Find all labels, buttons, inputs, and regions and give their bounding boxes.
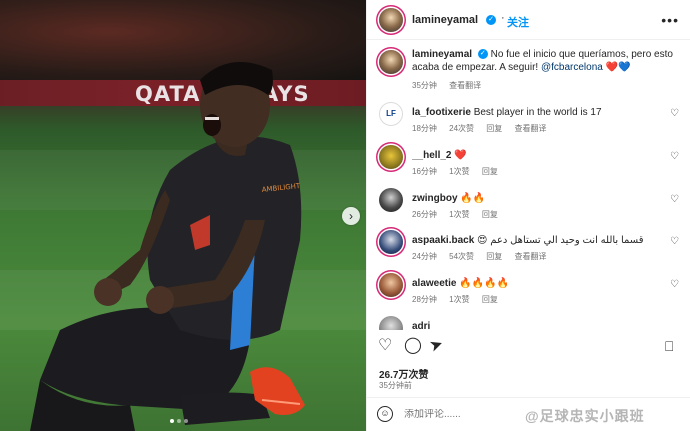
carousel-dot	[184, 419, 188, 423]
share-send-icon[interactable]: ➤	[427, 335, 446, 356]
commenter-avatar[interactable]	[379, 316, 403, 330]
player-figure: AMBILIGHT	[30, 62, 305, 431]
reply-button[interactable]: 回复	[482, 167, 498, 176]
comment-item: LF la_footixerie Best player in the worl…	[379, 102, 679, 142]
carousel-next-button[interactable]: ›	[342, 207, 360, 225]
comment-time: 24分钟	[412, 252, 437, 261]
save-bookmark-icon[interactable]: ⎕	[665, 337, 673, 355]
like-comment-heart-icon[interactable]: ♡	[670, 194, 679, 205]
carousel-dots	[170, 419, 188, 423]
caption-emojis: ❤️💙	[605, 62, 631, 73]
caption-mention[interactable]: @fcbarcelona	[541, 62, 603, 73]
caption-avatar[interactable]	[379, 50, 403, 74]
comment-likes[interactable]: 24次赞	[449, 124, 474, 133]
comment-item: aspaaki.back 😍 قسما بالله انت وحيد الي ت…	[379, 230, 679, 270]
add-comment-bar: ☺ @足球忠实小跟班	[367, 397, 690, 431]
verified-badge-icon: ✓	[486, 15, 496, 25]
follow-button[interactable]: 关注	[507, 14, 529, 30]
commenter-avatar[interactable]	[379, 273, 403, 297]
like-heart-icon[interactable]: ♡	[378, 337, 392, 355]
comment-likes[interactable]: 1次赞	[449, 210, 469, 219]
post-time: 35分钟前	[379, 381, 412, 390]
caption-translate-link[interactable]: 查看翻译	[449, 81, 481, 90]
commenter-avatar[interactable]	[379, 230, 403, 254]
translate-link[interactable]: 查看翻译	[515, 124, 547, 133]
reply-button[interactable]: 回复	[482, 295, 498, 304]
author-username[interactable]: lamineyamal	[412, 14, 478, 26]
like-comment-heart-icon[interactable]: ♡	[670, 108, 679, 119]
commenter-username[interactable]: la_footixerie	[412, 107, 471, 118]
comment-text: __hell_2 ❤️	[412, 149, 667, 162]
comment-time: 26分钟	[412, 210, 437, 219]
post-side-panel: lamineyamal ✓ · 关注 ••• lamineyamal ✓ No …	[366, 0, 690, 431]
comment-bubble-icon[interactable]: ◯	[404, 337, 422, 355]
reply-button[interactable]: 回复	[482, 210, 498, 219]
comment-likes[interactable]: 54次赞	[449, 252, 474, 261]
commenter-avatar[interactable]	[379, 188, 403, 212]
comment-item: zwingboy 🔥🔥 26分钟 1次赞 回复 ♡	[379, 188, 679, 228]
comment-item: alaweetie 🔥🔥🔥🔥 28分钟 1次赞 回复 ♡	[379, 273, 679, 313]
comment-meta: 24分钟 54次赞 回复 查看翻译	[412, 251, 557, 262]
commenter-avatar[interactable]: LF	[379, 102, 403, 126]
commenter-username[interactable]: alaweetie	[412, 278, 456, 289]
comment-meta: 18分钟 24次赞 回复 查看翻译	[412, 123, 557, 134]
comment-item: adri	[379, 316, 679, 330]
post-image[interactable]: QATA AYS AMBILIGHT ›	[0, 0, 366, 431]
post-actions: ♡ ◯ ➤ ⎕	[367, 333, 690, 361]
carousel-dot	[177, 419, 181, 423]
caption-meta: 35分钟 查看翻译	[412, 80, 491, 91]
comment-time: 28分钟	[412, 295, 437, 304]
comment-body: 🔥🔥🔥🔥	[459, 278, 510, 289]
watermark-text: @足球忠实小跟班	[525, 408, 645, 424]
comment-likes[interactable]: 1次赞	[449, 295, 469, 304]
author-avatar[interactable]	[379, 8, 403, 32]
comment-body: 😍 قسما بالله انت وحيد الي تستاهل دعم	[477, 235, 644, 246]
commenter-username[interactable]: aspaaki.back	[412, 235, 474, 246]
caption-text: lamineyamal ✓ No fue el inicio que querí…	[412, 48, 677, 74]
emoji-picker-icon[interactable]: ☺	[377, 406, 393, 422]
more-options-icon[interactable]: •••	[661, 12, 679, 28]
caption-username[interactable]: lamineyamal	[412, 49, 472, 60]
comment-text: la_footixerie Best player in the world i…	[412, 106, 667, 119]
comment-text: alaweetie 🔥🔥🔥🔥	[412, 277, 667, 290]
comment-body: ❤️	[454, 150, 467, 161]
comment-meta: 28分钟 1次赞 回复	[412, 294, 508, 305]
like-comment-heart-icon[interactable]: ♡	[670, 151, 679, 162]
comment-time: 16分钟	[412, 167, 437, 176]
comment-meta: 26分钟 1次赞 回复	[412, 209, 508, 220]
commenter-username[interactable]: zwingboy	[412, 193, 458, 204]
reply-button[interactable]: 回复	[486, 124, 502, 133]
commenter-username[interactable]: __hell_2	[412, 150, 451, 161]
like-comment-heart-icon[interactable]: ♡	[670, 279, 679, 290]
comment-text: zwingboy 🔥🔥	[412, 192, 667, 205]
comment-body: Best player in the world is 17	[473, 107, 602, 118]
comments-list[interactable]: lamineyamal ✓ No fue el inicio que querí…	[367, 40, 690, 330]
comment-text: adri	[412, 320, 667, 330]
post-header: lamineyamal ✓ · 关注 •••	[367, 0, 690, 40]
translate-link[interactable]: 查看翻译	[515, 252, 547, 261]
like-comment-heart-icon[interactable]: ♡	[670, 236, 679, 247]
comment-meta: 16分钟 1次赞 回复	[412, 166, 508, 177]
verified-badge-icon: ✓	[477, 49, 488, 60]
comment-time: 18分钟	[412, 124, 437, 133]
carousel-dot	[170, 419, 174, 423]
separator-dot: ·	[501, 12, 505, 24]
reply-button[interactable]: 回复	[486, 252, 502, 261]
likes-count[interactable]: 26.7万次赞	[379, 366, 428, 381]
comment-body: 🔥🔥	[460, 193, 486, 204]
comment-item: __hell_2 ❤️ 16分钟 1次赞 回复 ♡	[379, 145, 679, 185]
comment-likes[interactable]: 1次赞	[449, 167, 469, 176]
commenter-avatar[interactable]	[379, 145, 403, 169]
commenter-username[interactable]: adri	[412, 321, 430, 330]
caption-time: 35分钟	[412, 81, 437, 90]
comment-text: aspaaki.back 😍 قسما بالله انت وحيد الي ت…	[412, 234, 667, 247]
